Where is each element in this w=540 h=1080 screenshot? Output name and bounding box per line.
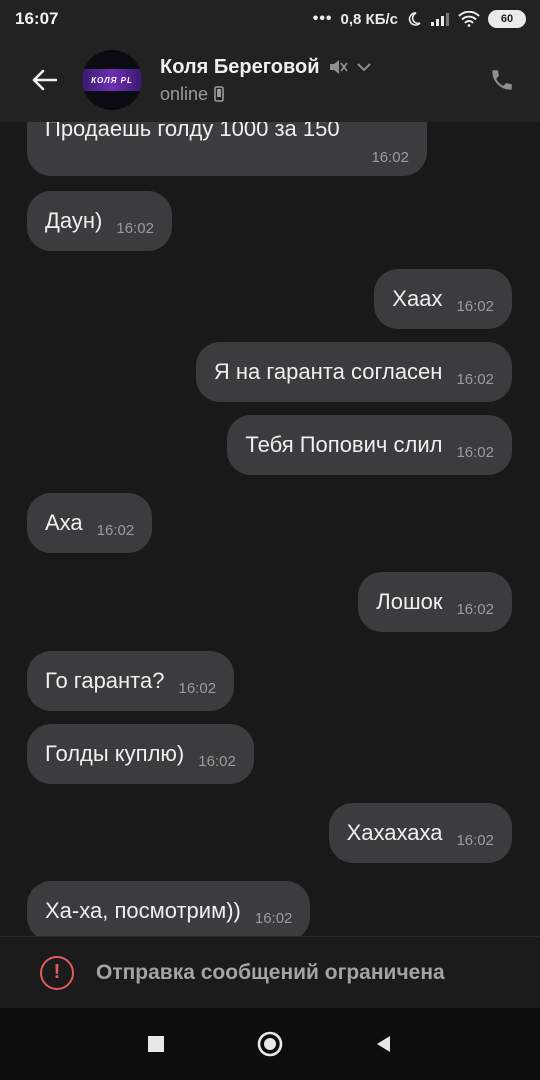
message-outgoing[interactable]: Лошок 16:02 xyxy=(358,572,512,632)
network-speed: 0,8 КБ/с xyxy=(340,10,398,28)
message-time: 16:02 xyxy=(96,521,135,539)
contact-name: Коля Береговой xyxy=(160,55,320,78)
message-text: Го гаранта? xyxy=(45,668,165,693)
notification-dots-icon: ••• xyxy=(312,10,333,27)
message-text: Я на гаранта согласен xyxy=(213,359,443,384)
home-icon xyxy=(257,1031,283,1057)
chevron-down-icon xyxy=(356,63,371,72)
mobile-icon xyxy=(214,86,224,102)
message-text: Хаах xyxy=(392,286,443,311)
avatar-logo: КОЛЯ PL xyxy=(82,69,142,91)
home-button[interactable] xyxy=(255,1029,285,1059)
message-time: 16:02 xyxy=(456,443,494,461)
message-incoming[interactable]: Го гаранта? 16:02 xyxy=(27,651,235,711)
message-time: 16:02 xyxy=(456,831,494,849)
message-text: Голды куплю) xyxy=(45,741,185,766)
recents-button[interactable] xyxy=(141,1029,171,1059)
message-text: Аха xyxy=(45,510,83,535)
phone-icon xyxy=(492,70,512,90)
arrow-left-icon xyxy=(32,69,57,91)
message-incoming[interactable]: Даун) 16:02 xyxy=(27,191,172,251)
message-incoming[interactable]: Ха-ха, посмотрим)) 16:02 xyxy=(27,881,311,936)
message-incoming[interactable]: Продаешь голду 1000 за 150 16:02 xyxy=(27,122,427,176)
message-time: 16:02 xyxy=(254,909,293,927)
chat-header: КОЛЯ PL Коля Береговой online xyxy=(0,38,540,122)
status-indicators: ••• 0,8 КБ/с 60 xyxy=(313,10,526,28)
messaging-restricted-bar: ! Отправка сообщений ограничена xyxy=(0,936,540,1008)
avatar[interactable]: КОЛЯ PL xyxy=(82,50,142,110)
moon-icon xyxy=(408,12,421,26)
online-status: online xyxy=(160,83,209,104)
message-text: Тебя Попович слил xyxy=(245,432,443,457)
signal-icon xyxy=(431,13,449,26)
system-nav-bar xyxy=(0,1008,540,1080)
message-text: Даун) xyxy=(45,208,103,233)
message-outgoing[interactable]: Хаах 16:02 xyxy=(374,269,512,329)
message-time: 16:02 xyxy=(371,149,409,166)
restricted-text: Отправка сообщений ограничена xyxy=(96,960,445,984)
message-time: 16:02 xyxy=(456,297,494,315)
chat-titles[interactable]: Коля Береговой online xyxy=(160,56,372,105)
message-text: Лошок xyxy=(376,589,443,614)
status-time: 16:07 xyxy=(15,9,59,28)
back-icon xyxy=(377,1036,390,1052)
battery-icon: 60 xyxy=(488,10,526,28)
message-list[interactable]: Продаешь голду 1000 за 150 16:02 Даун) 1… xyxy=(0,122,540,936)
message-time: 16:02 xyxy=(116,219,154,237)
message-incoming[interactable]: Аха 16:02 xyxy=(27,493,153,553)
message-time: 16:02 xyxy=(456,600,494,618)
wifi-icon xyxy=(458,11,480,27)
name-row: Коля Береговой xyxy=(160,56,372,79)
message-text: Хахахаха xyxy=(346,820,443,845)
message-time: 16:02 xyxy=(198,752,236,770)
nav-back-button[interactable] xyxy=(369,1029,399,1059)
status-bar: 16:07 ••• 0,8 КБ/с 60 xyxy=(0,0,540,38)
message-time: 16:02 xyxy=(178,679,217,697)
call-button[interactable] xyxy=(486,64,518,96)
avatar-logo-text: КОЛЯ PL xyxy=(91,75,133,85)
recents-icon xyxy=(148,1036,164,1052)
message-incoming[interactable]: Голды куплю) 16:02 xyxy=(27,724,254,784)
message-outgoing[interactable]: Тебя Попович слил 16:02 xyxy=(227,415,512,475)
message-text: Продаешь голду 1000 за 150 xyxy=(45,122,340,141)
back-button[interactable] xyxy=(22,58,66,102)
muted-icon xyxy=(329,60,348,74)
message-text: Ха-ха, посмотрим)) xyxy=(45,898,241,923)
message-outgoing[interactable]: Хахахаха 16:02 xyxy=(328,803,512,863)
warning-icon: ! xyxy=(40,955,74,990)
message-time: 16:02 xyxy=(456,370,494,388)
message-outgoing[interactable]: Я на гаранта согласен 16:02 xyxy=(195,342,512,402)
status-row: online xyxy=(160,84,372,105)
